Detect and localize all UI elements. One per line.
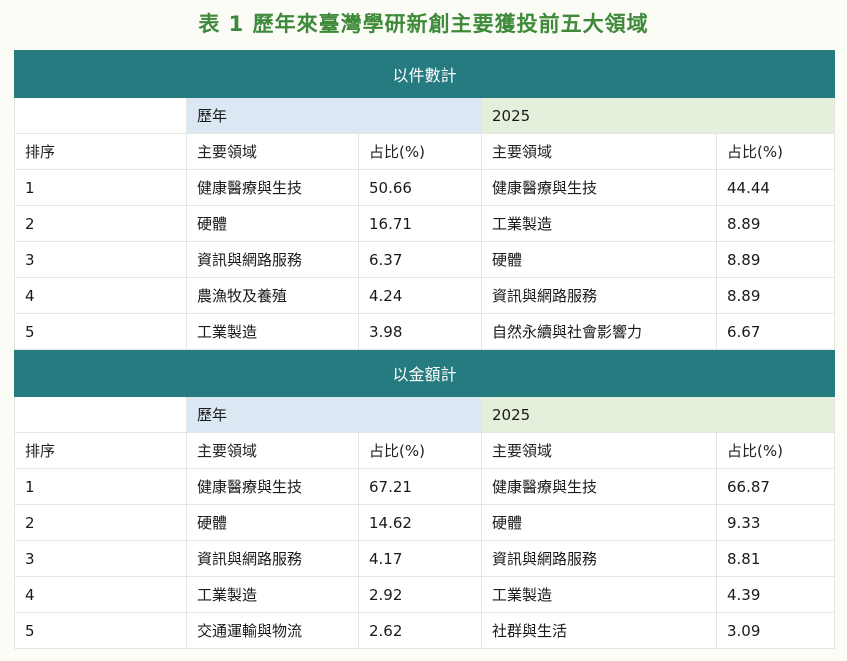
table-row: 5 交通運輸與物流 2.62 社群與生活 3.09 <box>14 612 836 649</box>
historical-field-cell: 硬體 <box>186 205 359 242</box>
recent-share-cell: 8.89 <box>715 205 836 242</box>
table-row: 4 農漁牧及養殖 4.24 資訊與網路服務 8.89 <box>14 277 836 314</box>
rank-cell: 5 <box>14 313 187 350</box>
recent-field-cell: 硬體 <box>481 241 717 278</box>
recent-field-cell: 硬體 <box>481 504 717 541</box>
blank-cell <box>14 97 187 134</box>
rank-cell: 2 <box>14 504 187 541</box>
column-header-row: 排序 主要領域 占比(%) 主要領域 占比(%) <box>14 133 836 170</box>
rank-cell: 2 <box>14 205 187 242</box>
historical-field-cell: 健康醫療與生技 <box>186 169 359 206</box>
table-row: 1 健康醫療與生技 67.21 健康醫療與生技 66.87 <box>14 468 836 505</box>
col-header-rank: 排序 <box>14 133 187 170</box>
recent-field-cell: 健康醫療與生技 <box>481 169 717 206</box>
period-recent: 2025 <box>480 97 836 134</box>
section-header-row: 以金額計 <box>13 349 836 397</box>
period-row: 歷年 2025 <box>14 396 836 433</box>
table-row: 5 工業製造 3.98 自然永續與社會影響力 6.67 <box>14 313 836 350</box>
historical-share-cell: 6.37 <box>358 241 482 278</box>
historical-share-cell: 67.21 <box>358 468 482 505</box>
recent-share-cell: 8.89 <box>715 241 836 278</box>
historical-share-cell: 4.17 <box>358 540 482 577</box>
section-header: 以金額計 <box>13 349 836 397</box>
historical-field-cell: 資訊與網路服務 <box>186 241 359 278</box>
period-historical: 歷年 <box>186 97 482 134</box>
recent-field-cell: 工業製造 <box>481 205 717 242</box>
col-header-share: 占比(%) <box>715 432 836 469</box>
historical-field-cell: 硬體 <box>186 504 359 541</box>
rank-cell: 5 <box>14 612 187 649</box>
period-recent: 2025 <box>480 396 836 433</box>
col-header-rank: 排序 <box>14 432 187 469</box>
rank-cell: 1 <box>14 169 187 206</box>
recent-field-cell: 工業製造 <box>481 576 717 613</box>
historical-field-cell: 資訊與網路服務 <box>186 540 359 577</box>
table-row: 2 硬體 14.62 硬體 9.33 <box>14 504 836 541</box>
historical-share-cell: 16.71 <box>358 205 482 242</box>
col-header-share: 占比(%) <box>358 133 482 170</box>
historical-share-cell: 2.92 <box>358 576 482 613</box>
historical-share-cell: 3.98 <box>358 313 482 350</box>
rank-cell: 1 <box>14 468 187 505</box>
table-row: 1 健康醫療與生技 50.66 健康醫療與生技 44.44 <box>14 169 836 206</box>
recent-field-cell: 健康醫療與生技 <box>481 468 717 505</box>
recent-share-cell: 6.67 <box>715 313 836 350</box>
column-header-row: 排序 主要領域 占比(%) 主要領域 占比(%) <box>14 432 836 469</box>
rank-cell: 3 <box>14 241 187 278</box>
historical-field-cell: 健康醫療與生技 <box>186 468 359 505</box>
section-header-row: 以件數計 <box>13 50 836 98</box>
recent-field-cell: 社群與生活 <box>481 612 717 649</box>
historical-share-cell: 2.62 <box>358 612 482 649</box>
table-row: 4 工業製造 2.92 工業製造 4.39 <box>14 576 836 613</box>
historical-field-cell: 工業製造 <box>186 576 359 613</box>
period-historical: 歷年 <box>186 396 482 433</box>
historical-field-cell: 農漁牧及養殖 <box>186 277 359 314</box>
recent-field-cell: 資訊與網路服務 <box>481 540 717 577</box>
recent-share-cell: 3.09 <box>715 612 836 649</box>
recent-share-cell: 9.33 <box>715 504 836 541</box>
table-title: 表 1 歷年來臺灣學研新創主要獲投前五大領域 <box>198 12 649 36</box>
table-row: 2 硬體 16.71 工業製造 8.89 <box>14 205 836 242</box>
recent-share-cell: 8.89 <box>715 277 836 314</box>
rank-cell: 4 <box>14 576 187 613</box>
rank-cell: 4 <box>14 277 187 314</box>
col-header-field: 主要領域 <box>186 133 359 170</box>
col-header-field: 主要領域 <box>186 432 359 469</box>
recent-field-cell: 資訊與網路服務 <box>481 277 717 314</box>
col-header-share: 占比(%) <box>715 133 836 170</box>
historical-share-cell: 50.66 <box>358 169 482 206</box>
rank-cell: 3 <box>14 540 187 577</box>
historical-share-cell: 4.24 <box>358 277 482 314</box>
historical-share-cell: 14.62 <box>358 504 482 541</box>
table-row: 3 資訊與網路服務 6.37 硬體 8.89 <box>14 241 836 278</box>
historical-field-cell: 交通運輸與物流 <box>186 612 359 649</box>
section-header: 以件數計 <box>13 50 836 98</box>
col-header-field: 主要領域 <box>481 133 717 170</box>
recent-share-cell: 66.87 <box>715 468 836 505</box>
recent-share-cell: 44.44 <box>715 169 836 206</box>
recent-share-cell: 4.39 <box>715 576 836 613</box>
col-header-field: 主要領域 <box>481 432 717 469</box>
recent-field-cell: 自然永續與社會影響力 <box>481 313 717 350</box>
recent-share-cell: 8.81 <box>715 540 836 577</box>
table-row: 3 資訊與網路服務 4.17 資訊與網路服務 8.81 <box>14 540 836 577</box>
ranking-table: 以件數計 歷年 2025 排序 主要領域 占比(%) 主要領域 占比(%) 1 健康醫療與生技 50… <box>13 50 836 649</box>
col-header-share: 占比(%) <box>358 432 482 469</box>
period-row: 歷年 2025 <box>14 97 836 134</box>
historical-field-cell: 工業製造 <box>186 313 359 350</box>
blank-cell <box>14 396 187 433</box>
